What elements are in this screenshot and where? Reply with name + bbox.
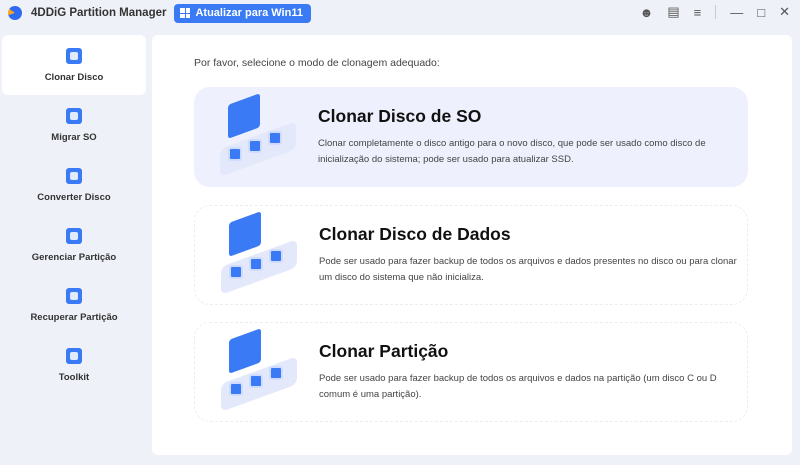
disk-clone-illustration-icon (214, 93, 304, 177)
clone-disk-icon (66, 47, 82, 64)
partition-pie-icon (66, 227, 82, 244)
disk-clone-illustration-icon (215, 211, 305, 295)
prompt-text: Por favor, selecione o modo de clonagem … (194, 57, 440, 69)
feedback-icon[interactable]: ▤ (667, 4, 679, 20)
sidebar-item-recuperar-particao[interactable]: Recuperar Partição (2, 275, 146, 335)
sidebar-item-toolkit[interactable]: Toolkit (2, 335, 146, 395)
close-button[interactable]: ✕ (779, 4, 790, 20)
clone-os-disk-card[interactable]: Clonar Disco de SO Clonar completamente o… (194, 87, 748, 187)
app-logo-icon (8, 6, 22, 20)
card-description: Pode ser usado para fazer backup de todo… (319, 373, 717, 400)
app-title: 4DDiG Partition Manager (31, 7, 167, 19)
title-bar: 4DDiG Partition Manager Atualizar para W… (0, 0, 800, 26)
toolkit-icon (66, 347, 82, 364)
clone-data-disk-card[interactable]: Clonar Disco de Dados Pode ser usado para… (194, 205, 748, 305)
sidebar-item-label: Recuperar Partição (30, 311, 118, 323)
sidebar-item-clonar-disco[interactable]: Clonar Disco (2, 35, 146, 95)
maximize-button[interactable]: □ (757, 5, 765, 20)
minimize-button[interactable]: — (730, 5, 743, 20)
sidebar-item-label: Clonar Disco (44, 71, 104, 83)
windows-icon (180, 8, 191, 18)
upgrade-button[interactable]: Atualizar para Win11 (174, 3, 311, 23)
card-title: Clonar Partição (319, 341, 449, 361)
user-icon[interactable]: ☻ (640, 5, 654, 20)
card-title: Clonar Disco de SO (318, 106, 482, 126)
partition-clone-illustration-icon (215, 328, 305, 412)
sidebar-item-migrar-so[interactable]: Migrar SO (2, 95, 146, 155)
divider (715, 5, 717, 19)
card-description: Clonar completamente o disco antigo para… (318, 138, 706, 165)
clone-partition-card[interactable]: Clonar Partição Pode ser usado para fazer… (194, 322, 748, 422)
recover-partition-icon (66, 287, 82, 304)
card-description: Pode ser usado para fazer backup de todo… (319, 256, 737, 283)
migrate-os-icon (66, 107, 82, 124)
sidebar-item-gerenciar-particao[interactable]: Gerenciar Partição (2, 215, 146, 275)
convert-disk-icon (66, 167, 82, 184)
card-title: Clonar Disco de Dados (319, 224, 511, 244)
sidebar-item-label: Migrar SO (51, 131, 97, 143)
sidebar-item-converter-disco[interactable]: Converter Disco (2, 155, 146, 215)
sidebar-item-label: Gerenciar Partição (31, 251, 117, 263)
menu-icon[interactable]: ≡ (694, 5, 702, 20)
sidebar-item-label: Toolkit (58, 371, 90, 383)
upgrade-label: Atualizar para Win11 (195, 7, 303, 19)
sidebar: Clonar Disco Migrar SO Converter Disco G… (2, 35, 146, 395)
sidebar-item-label: Converter Disco (37, 191, 111, 203)
main-panel: Por favor, selecione o modo de clonagem … (152, 35, 792, 455)
